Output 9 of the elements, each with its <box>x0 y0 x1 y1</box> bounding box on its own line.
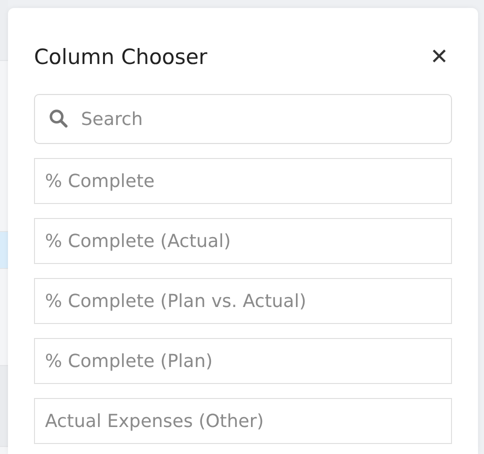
search-field[interactable]: Search <box>34 94 452 144</box>
column-option[interactable]: % Complete (Plan) <box>34 338 452 384</box>
close-button[interactable]: ✕ <box>426 46 452 68</box>
column-option[interactable]: % Complete <box>34 158 452 204</box>
column-option[interactable]: Actual Expenses (Other) <box>34 398 452 444</box>
column-option[interactable]: % Complete (Plan vs. Actual) <box>34 278 452 324</box>
dialog-title: Column Chooser <box>34 45 208 69</box>
search-icon <box>49 109 68 128</box>
column-option[interactable]: % Complete (Actual) <box>34 218 452 264</box>
